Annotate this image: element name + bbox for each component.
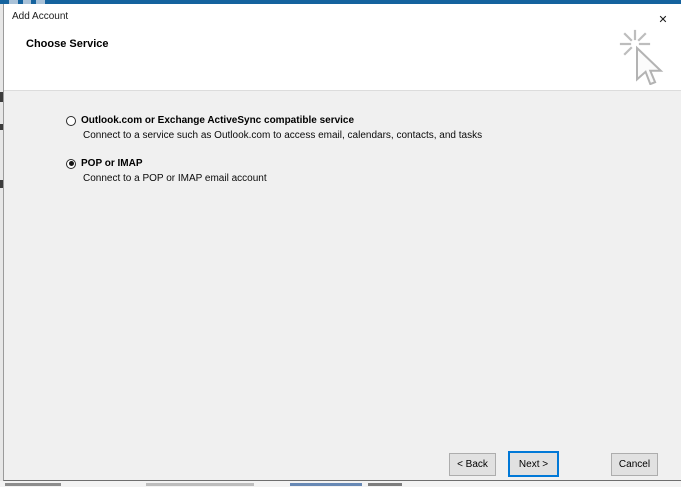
option-label[interactable]: Outlook.com or Exchange ActiveSync compa… (81, 115, 354, 126)
background-text-fragment (5, 483, 61, 486)
dialog-header-area: Add Account ✕ Choose Service (4, 4, 681, 91)
screen: Add Account ✕ Choose Service Outlook.com… (0, 0, 681, 487)
close-icon[interactable]: ✕ (653, 9, 673, 29)
option-outlook-exchange: Outlook.com or Exchange ActiveSync compa… (66, 115, 482, 141)
option-description: Connect to a service such as Outlook.com… (83, 130, 483, 141)
window-title: Add Account (12, 11, 69, 22)
background-divider-fragment (146, 483, 254, 486)
background-window-bottom-sliver (0, 481, 681, 487)
background-text-fragment (290, 483, 362, 486)
add-account-dialog: Add Account ✕ Choose Service Outlook.com… (3, 4, 681, 481)
cancel-button[interactable]: Cancel (611, 453, 658, 476)
radio-option-outlook-exchange[interactable]: Outlook.com or Exchange ActiveSync compa… (66, 115, 482, 126)
option-label[interactable]: POP or IMAP (81, 158, 143, 169)
option-pop-imap: POP or IMAP Connect to a POP or IMAP ema… (66, 158, 267, 184)
background-text-fragment (368, 483, 402, 486)
radio-selected-icon[interactable] (66, 158, 76, 169)
page-title: Choose Service (26, 38, 109, 50)
radio-unselected-icon[interactable] (66, 115, 76, 126)
dialog-body: Outlook.com or Exchange ActiveSync compa… (4, 92, 681, 480)
option-description: Connect to a POP or IMAP email account (83, 173, 267, 184)
back-button[interactable]: < Back (449, 453, 496, 476)
next-button[interactable]: Next > (508, 451, 559, 477)
radio-option-pop-imap[interactable]: POP or IMAP (66, 158, 267, 169)
